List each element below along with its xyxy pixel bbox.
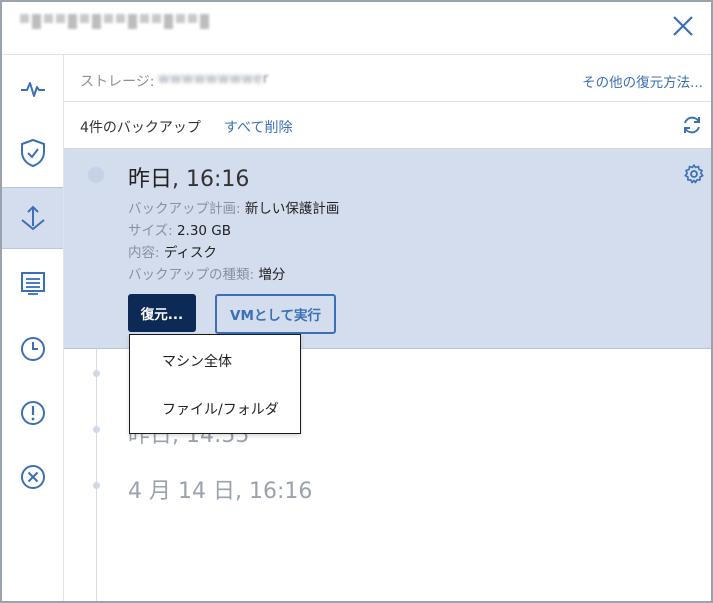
close-circle-icon [20,465,45,489]
backup-settings-button[interactable] [683,163,705,185]
selected-backup-card[interactable]: 昨日, 16:16 バックアップ計画: 新しい保護計画 サイズ: 2.30 GB… [64,149,711,349]
backup-item-date[interactable]: 4 月 14 日, 16:16 [128,473,312,505]
backup-window: ストレージ: wwwwwwwwer その他の復元方法... 4件のバックアップ … [0,0,713,603]
shield-check-icon [20,138,45,168]
clock-icon [20,337,45,361]
other-recovery-methods-link[interactable]: その他の復元方法... [582,71,703,91]
window-title-obscured [20,14,209,29]
close-button[interactable] [669,12,697,40]
sidebar-item-recovery[interactable] [2,187,63,249]
sidebar [2,55,64,601]
timeline-dot [93,482,100,489]
sidebar-item-history[interactable] [2,319,63,379]
sidebar-item-alerts[interactable] [2,383,63,443]
gear-icon [684,164,704,184]
title-bar [2,2,711,55]
sidebar-item-details[interactable] [2,253,63,313]
detail-content: 内容: ディスク [128,245,217,261]
pulse-icon [20,82,45,97]
restore-button[interactable]: 復元... [128,294,196,332]
backup-date: 昨日, 16:16 [128,167,250,192]
timeline-dot [93,426,100,433]
sidebar-item-protection[interactable] [2,123,63,183]
recovery-icon [20,205,45,231]
timeline-dot-selected [88,167,104,183]
storage-label: ストレージ: [80,74,155,90]
refresh-icon [684,116,700,134]
storage-value: wwwwwwwwer [158,71,269,87]
backups-toolbar: 4件のバックアップ すべて削除 [64,102,711,149]
refresh-button[interactable] [681,114,703,136]
detail-size: サイズ: 2.30 GB [128,223,232,239]
storage-bar: ストレージ: wwwwwwwwer その他の復元方法... [64,55,711,102]
exclamation-icon [20,401,45,425]
main-panel: ストレージ: wwwwwwwwer その他の復元方法... 4件のバックアップ … [64,55,711,601]
restore-dropdown-menu: マシン全体 ファイル/フォルダ [129,334,301,434]
menu-item-files-folders[interactable]: ファイル/フォルダ [162,399,279,419]
sidebar-item-activity[interactable] [2,59,63,119]
run-as-vm-button[interactable]: VMとして実行 [215,294,336,334]
backup-count: 4件のバックアップ [80,120,201,136]
delete-all-link[interactable]: すべて削除 [224,117,292,137]
menu-item-entire-machine[interactable]: マシン全体 [162,351,232,371]
sidebar-item-delete[interactable] [2,447,63,507]
document-list-icon [20,272,45,295]
close-x-icon [673,16,693,36]
timeline-dot [93,370,100,377]
detail-plan: バックアップ計画: 新しい保護計画 [128,201,340,217]
detail-backup-type: バックアップの種類: 増分 [128,267,286,283]
